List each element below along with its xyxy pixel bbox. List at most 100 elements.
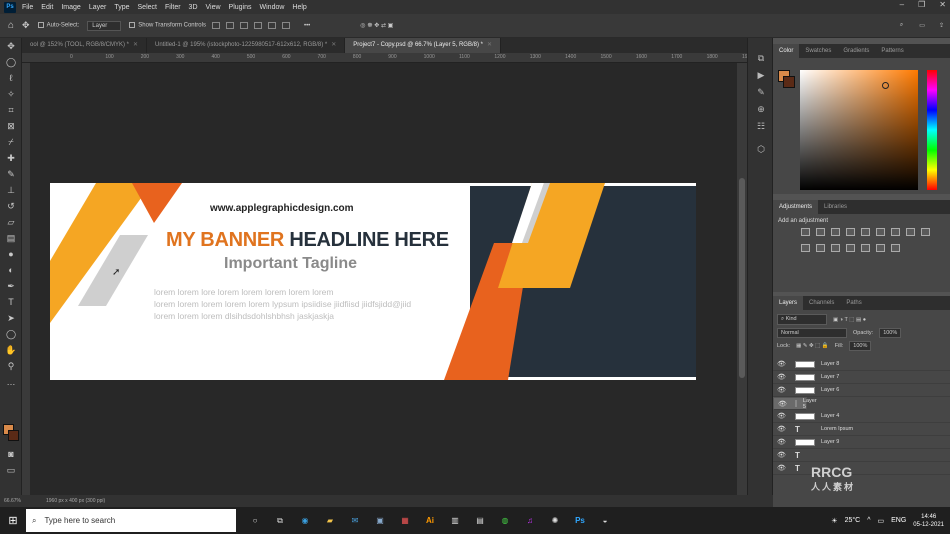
language[interactable]: ENG	[891, 517, 906, 524]
fill-input[interactable]: 100%	[849, 340, 872, 351]
visibility-eye-icon[interactable]: 👁	[777, 386, 787, 394]
marquee-tool-icon[interactable]: ◯	[0, 54, 22, 70]
invert-icon[interactable]	[831, 244, 840, 252]
minimize-icon[interactable]: –	[900, 0, 904, 9]
color-picker-ring[interactable]	[882, 82, 889, 89]
tab-gradients[interactable]: Gradients	[837, 44, 875, 58]
hand-tool-icon[interactable]: ✋	[0, 342, 22, 358]
align-right-icon[interactable]	[239, 22, 248, 29]
layer-row[interactable]: 👁 Layer 9	[773, 436, 950, 449]
brush-settings-icon[interactable]: ✎	[748, 84, 774, 101]
weather-icon[interactable]: ☀	[831, 517, 837, 525]
path-select-icon[interactable]: ➤	[0, 310, 22, 326]
layer-row[interactable]: 👁 Layer 6	[773, 384, 950, 397]
healing-brush-icon[interactable]: ✚	[0, 150, 22, 166]
photoshop-taskbar-icon[interactable]: Ps	[569, 511, 591, 531]
eyedropper-tool-icon[interactable]: ⌿	[0, 134, 22, 150]
align-bottom-icon[interactable]	[281, 22, 290, 29]
visibility-eye-icon[interactable]: 👁	[777, 451, 787, 459]
hue-slider[interactable]	[927, 70, 937, 190]
app-icon[interactable]: ▣	[369, 511, 391, 531]
channel-mixer-icon[interactable]	[801, 244, 810, 252]
close-tab-icon[interactable]: ✕	[133, 42, 138, 48]
menu-select[interactable]: Select	[138, 4, 157, 11]
color-picker-field[interactable]	[800, 70, 918, 190]
workspace-icon[interactable]: ▭	[919, 22, 925, 29]
visibility-eye-icon[interactable]: 👁	[777, 438, 787, 446]
blend-mode-select[interactable]: Normal	[777, 327, 847, 338]
dodge-tool-icon[interactable]: ◐	[0, 262, 22, 278]
file-explorer-icon[interactable]: ▰	[319, 511, 341, 531]
maximize-icon[interactable]: ❐	[918, 0, 925, 9]
headphones-icon[interactable]: ♫	[519, 511, 541, 531]
align-top-icon[interactable]	[253, 22, 262, 29]
canvas-area[interactable]: www.applegraphicdesign.com MY BANNER HEA…	[30, 63, 737, 495]
menu-window[interactable]: Window	[260, 4, 285, 11]
3d-mode-icon[interactable]: ◎ ☸ ✥ ⇄ ▣	[360, 22, 393, 29]
background-color-swatch[interactable]	[8, 430, 19, 441]
tab-libraries[interactable]: Libraries	[818, 200, 853, 214]
brush-tool-icon[interactable]: ✎	[0, 166, 22, 182]
tab-project7[interactable]: Project7 - Copy.psd @ 66.7% (Layer 5, RG…	[345, 38, 502, 53]
edge-icon[interactable]: ◉	[294, 511, 316, 531]
menu-filter[interactable]: Filter	[165, 4, 181, 11]
gradient-tool-icon[interactable]: ▤	[0, 230, 22, 246]
frame-tool-icon[interactable]: ⊠	[0, 118, 22, 134]
menu-image[interactable]: Image	[61, 4, 80, 11]
exposure-icon[interactable]	[846, 228, 855, 236]
kind-filter-select[interactable]: ⌕ Kind	[777, 314, 827, 325]
app5-icon[interactable]: ◒	[594, 511, 616, 531]
document-size[interactable]: 1960 px x 400 px (300 ppi)	[46, 498, 105, 504]
layer-row-selected[interactable]: 👁 Layer 5	[773, 397, 817, 410]
menu-type[interactable]: Type	[114, 4, 129, 11]
move-tool-icon[interactable]: ✥	[22, 20, 30, 31]
blur-tool-icon[interactable]: ●	[0, 246, 22, 262]
edit-toolbar-icon[interactable]: …	[0, 374, 22, 390]
tab-untitled[interactable]: Untitled-1 @ 195% (istockphoto-122598051…	[147, 38, 346, 53]
zoom-tool-icon[interactable]: ⚲	[0, 358, 22, 374]
threshold-icon[interactable]	[861, 244, 870, 252]
windows-start-icon[interactable]: ⊞	[0, 507, 26, 534]
levels-icon[interactable]	[816, 228, 825, 236]
gradient-map-icon[interactable]	[876, 244, 885, 252]
task-view-icon[interactable]: ⧉	[269, 511, 291, 531]
weather-temp[interactable]: 25°C	[845, 517, 861, 524]
align-middle-icon[interactable]	[267, 22, 276, 29]
show-transform-checkbox[interactable]: Show Transform Controls	[129, 22, 206, 29]
screen-mode-icon[interactable]: ▭	[0, 462, 22, 478]
posterize-icon[interactable]	[846, 244, 855, 252]
opacity-input[interactable]: 100%	[879, 327, 902, 338]
visibility-eye-icon[interactable]: 👁	[777, 464, 787, 472]
curves-icon[interactable]	[831, 228, 840, 236]
visibility-eye-icon[interactable]: 👁	[777, 412, 787, 420]
layer-row[interactable]: 👁 T	[773, 462, 950, 475]
menu-view[interactable]: View	[206, 4, 221, 11]
color-balance-icon[interactable]	[891, 228, 900, 236]
crop-tool-icon[interactable]: ⌗	[0, 102, 22, 118]
illustrator-icon[interactable]: Ai	[419, 511, 441, 531]
quick-mask-icon[interactable]: ◙	[0, 446, 22, 462]
magic-wand-tool-icon[interactable]: ✧	[0, 86, 22, 102]
chrome-icon[interactable]: ◍	[494, 511, 516, 531]
hue-sat-icon[interactable]	[876, 228, 885, 236]
menu-plugins[interactable]: Plugins	[229, 4, 252, 11]
layer-row[interactable]: 👁 T	[773, 449, 950, 462]
clock[interactable]: 14:46 05-12-2021	[913, 513, 944, 529]
menu-file[interactable]: File	[22, 4, 33, 11]
more-options-icon[interactable]: •••	[304, 23, 310, 29]
photo-filter-icon[interactable]	[921, 228, 930, 236]
close-tab-icon[interactable]: ✕	[487, 42, 492, 48]
tab-adjustments[interactable]: Adjustments	[773, 200, 819, 214]
tab-tool[interactable]: ool @ 152% (TOOL, RGB/8/CMYK) * ✕	[22, 38, 148, 53]
type-tool-icon[interactable]: T	[0, 294, 22, 310]
shape-tool-icon[interactable]: ◯	[0, 326, 22, 342]
lasso-tool-icon[interactable]: ℓ	[0, 70, 22, 86]
actions-icon[interactable]: ▶	[748, 67, 774, 84]
app3-icon[interactable]: ▤	[469, 511, 491, 531]
tray-overflow-icon[interactable]: ^	[867, 517, 870, 524]
bw-icon[interactable]	[906, 228, 915, 236]
banner-artboard[interactable]: www.applegraphicdesign.com MY BANNER HEA…	[50, 183, 696, 380]
lock-icons[interactable]: ▦ ✎ ✥ ⬚ 🔒	[796, 343, 829, 349]
tab-swatches[interactable]: Swatches	[799, 44, 837, 58]
clone-source-icon[interactable]: ⊕	[748, 101, 774, 118]
